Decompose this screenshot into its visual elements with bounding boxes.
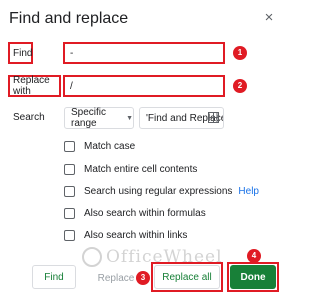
caret-down-icon: ▼	[126, 114, 133, 122]
option-match-entire[interactable]: Match entire cell contents	[64, 162, 197, 176]
links-checkbox[interactable]	[64, 229, 75, 241]
dialog-title: Find and replace	[9, 10, 129, 27]
match-entire-checkbox[interactable]	[64, 163, 75, 175]
find-label: Find	[13, 47, 33, 59]
formulas-label: Also search within formulas	[84, 207, 206, 219]
replace-all-button[interactable]: Replace all	[154, 265, 220, 289]
match-entire-label: Match entire cell contents	[84, 163, 198, 175]
option-links[interactable]: Also search within links	[64, 228, 187, 242]
formulas-checkbox[interactable]	[64, 207, 75, 219]
match-case-label: Match case	[84, 140, 136, 152]
replace-input[interactable]: /	[63, 75, 225, 97]
step-badge-1: 1	[233, 46, 247, 60]
replace-label-highlight: Replace with	[8, 75, 61, 97]
step-badge-4: 4	[247, 249, 261, 263]
option-formulas[interactable]: Also search within formulas	[64, 206, 206, 220]
find-button[interactable]: Find	[32, 265, 76, 289]
regex-checkbox[interactable]	[64, 185, 75, 197]
select-range-grid-icon[interactable]	[208, 112, 219, 123]
close-icon[interactable]: ×	[263, 10, 275, 26]
search-scope-value: Specific range	[71, 107, 107, 129]
find-label-highlight: Find	[8, 42, 33, 64]
search-label: Search	[13, 112, 45, 123]
replace-label: Replace with	[13, 75, 50, 97]
help-link[interactable]: Help	[238, 186, 259, 197]
watermark-logo-icon	[82, 247, 102, 267]
done-button[interactable]: Done	[230, 265, 276, 289]
regex-label: Search using regular expressions	[84, 185, 233, 197]
find-replace-dialog: Find and replace × Find - 1 Replace with…	[0, 0, 290, 300]
replace-button[interactable]: Replace	[96, 267, 136, 289]
option-match-case[interactable]: Match case	[64, 139, 135, 153]
links-label: Also search within links	[84, 229, 188, 241]
step-badge-2: 2	[233, 79, 247, 93]
match-case-checkbox[interactable]	[64, 140, 75, 152]
step-badge-3: 3	[136, 271, 150, 285]
search-scope-select[interactable]: Specific range ▼	[64, 107, 134, 129]
find-input[interactable]: -	[63, 42, 225, 64]
option-regex[interactable]: Search using regular expressions Help	[64, 184, 259, 198]
